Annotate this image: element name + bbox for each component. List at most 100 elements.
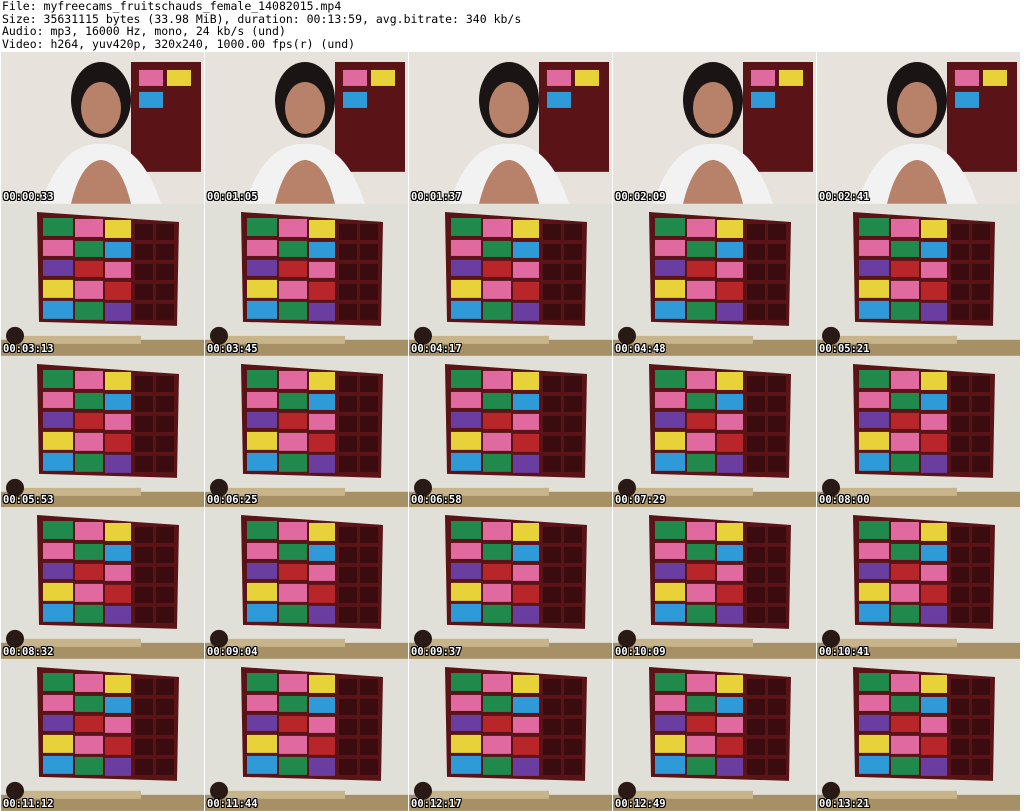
thumbnail-image (817, 659, 1020, 811)
thumbnail-timestamp: 00:12:17 (411, 797, 462, 810)
video-thumbnail: 00:12:17 (409, 659, 612, 811)
shelf-graphic (241, 363, 383, 478)
thumbnail-image (205, 355, 408, 508)
video-thumbnail: 00:06:25 (205, 355, 408, 508)
video-thumbnail: 00:04:48 (613, 203, 816, 356)
thumbnail-image (613, 355, 816, 508)
thumbnail-timestamp: 00:03:45 (207, 342, 258, 355)
thumbnail-image (817, 52, 1020, 204)
video-thumbnail: 00:01:37 (409, 52, 612, 204)
video-thumbnail: 00:04:17 (409, 203, 612, 356)
thumbnail-timestamp: 00:13:21 (819, 797, 870, 810)
thumbnail-image (205, 659, 408, 811)
thumbnail-image (205, 507, 408, 660)
thumbnail-image (613, 203, 816, 356)
video-thumbnail: 00:11:12 (1, 659, 204, 811)
thumbnail-image (205, 52, 408, 204)
thumbnail-timestamp: 00:02:09 (615, 190, 666, 203)
thumbnail-image (409, 203, 612, 356)
thumbnail-timestamp: 00:07:29 (615, 494, 666, 507)
thumbnail-image (817, 507, 1020, 660)
audio-info-line: Audio: mp3, 16000 Hz, mono, 24 kb/s (und… (2, 24, 286, 38)
thumbnail-image (613, 52, 816, 204)
shelf-graphic (649, 667, 791, 782)
video-thumbnail: 00:01:05 (205, 52, 408, 204)
thumbnail-timestamp: 00:10:41 (819, 646, 870, 659)
shelf-graphic (241, 211, 383, 326)
thumbnail-timestamp: 00:04:48 (615, 342, 666, 355)
file-name-line: File: myfreecams_fruitschauds_female_140… (2, 0, 342, 13)
thumbnail-timestamp: 00:01:37 (411, 190, 462, 203)
thumbnail-timestamp: 00:06:25 (207, 494, 258, 507)
shelf-graphic (445, 211, 587, 326)
video-thumbnail: 00:08:32 (1, 507, 204, 660)
video-thumbnail: 00:03:45 (205, 203, 408, 356)
thumbnail-image (409, 507, 612, 660)
thumbnail-timestamp: 00:05:21 (819, 342, 870, 355)
thumbnail-image (409, 52, 612, 204)
thumbnail-timestamp: 00:04:17 (411, 342, 462, 355)
video-thumbnail: 00:06:58 (409, 355, 612, 508)
video-thumbnail: 00:11:44 (205, 659, 408, 811)
shelf-graphic (853, 211, 995, 326)
thumbnail-timestamp: 00:01:05 (207, 190, 258, 203)
thumbnail-image (817, 355, 1020, 508)
thumbnail-timestamp: 00:03:13 (3, 342, 54, 355)
video-thumbnail: 00:05:21 (817, 203, 1020, 356)
shelf-graphic (37, 667, 179, 782)
thumbnail-grid: 00:00:33 00:01:05 00:01:37 00:02:09 00:02:41… (1, 52, 1023, 811)
video-info-line: Video: h264, yuv420p, 320x240, 1000.00 f… (2, 36, 356, 51)
video-thumbnail: 00:03:13 (1, 203, 204, 356)
thumbnail-image (409, 659, 612, 811)
shelf-graphic (649, 363, 791, 478)
thumbnail-timestamp: 00:06:58 (411, 494, 462, 507)
video-thumbnail: 00:09:37 (409, 507, 612, 660)
video-thumbnail: 00:07:29 (613, 355, 816, 508)
video-thumbnail: 00:02:09 (613, 52, 816, 204)
video-thumbnail: 00:02:41 (817, 52, 1020, 204)
shelf-graphic (37, 515, 179, 630)
thumbnail-timestamp: 00:11:12 (3, 797, 54, 810)
thumbnail-image (1, 52, 204, 204)
shelf-graphic (241, 515, 383, 630)
shelf-graphic (853, 667, 995, 782)
shelf-graphic (37, 211, 179, 326)
shelf-graphic (649, 515, 791, 630)
shelf-graphic (445, 363, 587, 478)
shelf-graphic (241, 667, 383, 782)
thumbnail-image (1, 203, 204, 356)
thumbnail-timestamp: 00:11:44 (207, 797, 258, 810)
thumbnail-image (409, 355, 612, 508)
video-thumbnail: 00:09:04 (205, 507, 408, 660)
shelf-graphic (37, 363, 179, 478)
video-thumbnail: 00:13:21 (817, 659, 1020, 811)
thumbnail-timestamp: 00:05:53 (3, 494, 54, 507)
thumbnail-image (1, 659, 204, 811)
thumbnail-image (613, 507, 816, 660)
thumbnail-image (817, 203, 1020, 356)
thumbnail-image (1, 507, 204, 660)
thumbnail-timestamp: 00:10:09 (615, 646, 666, 659)
shelf-graphic (445, 515, 587, 630)
thumbnail-timestamp: 00:08:32 (3, 646, 54, 659)
thumbnail-timestamp: 00:02:41 (819, 190, 870, 203)
thumbnail-timestamp: 00:00:33 (3, 190, 54, 203)
video-thumbnail: 00:05:53 (1, 355, 204, 508)
video-thumbnail: 00:10:09 (613, 507, 816, 660)
thumbnail-timestamp: 00:09:37 (411, 646, 462, 659)
file-info-header: File: myfreecams_fruitschauds_female_140… (2, 0, 1022, 50)
video-thumbnail: 00:10:41 (817, 507, 1020, 660)
thumbnail-image (205, 203, 408, 356)
thumbnail-image (613, 659, 816, 811)
shelf-graphic (853, 515, 995, 630)
thumbnail-timestamp: 00:08:00 (819, 494, 870, 507)
shelf-graphic (445, 667, 587, 782)
thumbnail-image (1, 355, 204, 508)
video-thumbnail: 00:08:00 (817, 355, 1020, 508)
thumbnail-timestamp: 00:12:49 (615, 797, 666, 810)
video-thumbnail: 00:00:33 (1, 52, 204, 204)
video-thumbnail: 00:12:49 (613, 659, 816, 811)
thumbnail-timestamp: 00:09:04 (207, 646, 258, 659)
shelf-graphic (853, 363, 995, 478)
shelf-graphic (649, 211, 791, 326)
